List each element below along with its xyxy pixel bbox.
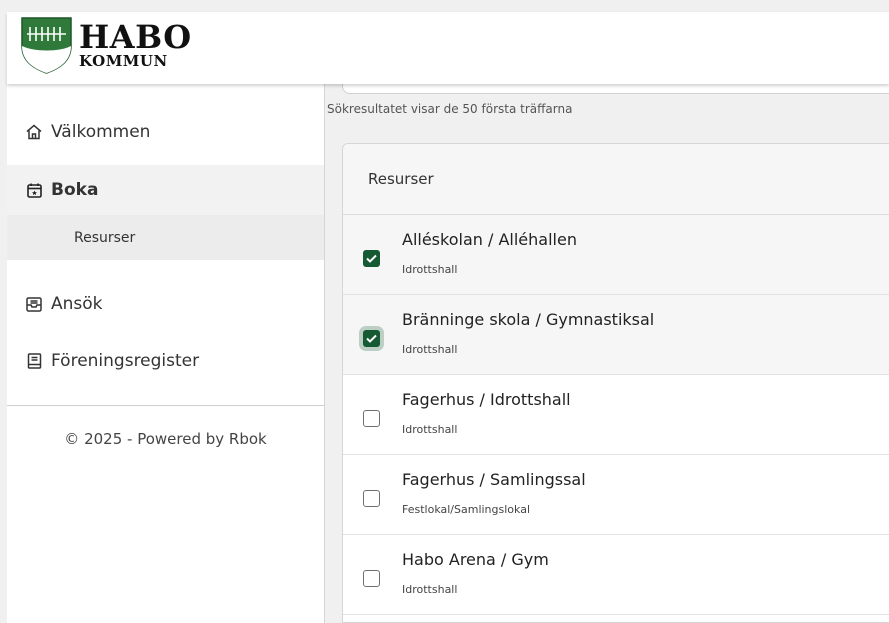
- resource-row[interactable]: Fagerhus / Idrottshall Idrottshall: [343, 375, 889, 455]
- sidebar-item-valkommen[interactable]: Välkommen: [7, 112, 324, 152]
- habo-kommun-logo[interactable]: HABO KOMMUN: [20, 16, 192, 74]
- resource-type: Idrottshall: [402, 583, 458, 596]
- sidebar-item-boka[interactable]: Boka: [7, 165, 324, 215]
- resource-row[interactable]: Habo Arena / Gym Idrottshall: [343, 535, 889, 615]
- resource-row[interactable]: Bränninge skola / Gymnastiksal Idrottsha…: [343, 295, 889, 375]
- habo-shield-logo-icon: [21, 17, 72, 74]
- resource-type: Idrottshall: [402, 263, 458, 276]
- resource-checkbox[interactable]: [363, 410, 380, 427]
- checkmark-icon: [366, 254, 377, 263]
- logo-title: HABO: [79, 18, 192, 56]
- resource-type: Idrottshall: [402, 343, 458, 356]
- resource-type: Festlokal/Samlingslokal: [402, 503, 530, 516]
- main-content: Sökresultatet visar de 50 första träffar…: [326, 84, 889, 623]
- resource-checkbox[interactable]: [363, 250, 380, 267]
- sidebar-item-label: Boka: [51, 180, 99, 200]
- resource-list-card: Resurser Alléskolan / Alléhallen Idrotts…: [342, 143, 889, 623]
- resource-title: Fagerhus / Samlingssal: [402, 470, 586, 489]
- resource-row[interactable]: Alléskolan / Alléhallen Idrottshall: [343, 215, 889, 295]
- resource-list-title: Resurser: [368, 170, 434, 188]
- sidebar-divider: [7, 405, 324, 406]
- resource-list-header: Resurser: [343, 144, 889, 215]
- resource-title: Bränninge skola / Gymnastiksal: [402, 310, 655, 329]
- sidebar-item-foreningsregister[interactable]: Föreningsregister: [7, 341, 324, 381]
- resource-row[interactable]: Fagerhus / Samlingssal Festlokal/Samling…: [343, 455, 889, 535]
- resource-checkbox[interactable]: [363, 330, 380, 347]
- resource-title: Alléskolan / Alléhallen: [402, 230, 577, 249]
- search-result-info: Sökresultatet visar de 50 första träffar…: [327, 102, 573, 116]
- resource-title: Fagerhus / Idrottshall: [402, 390, 571, 409]
- calendar-icon: [24, 180, 44, 200]
- book-icon: [24, 351, 44, 371]
- resource-type: Idrottshall: [402, 423, 458, 436]
- home-icon: [24, 122, 44, 142]
- sidebar-item-label: Föreningsregister: [51, 351, 200, 371]
- footer-powered-by: © 2025 - Powered by Rbok: [64, 430, 267, 448]
- sidebar-item-label: Välkommen: [51, 122, 151, 142]
- inbox-icon: [24, 294, 44, 314]
- checkmark-icon: [366, 334, 377, 343]
- sidebar: Välkommen Boka Resurser Ansök Föreningsr…: [7, 84, 325, 623]
- resource-checkbox[interactable]: [363, 490, 380, 507]
- logo-subtitle: KOMMUN: [79, 52, 168, 70]
- sidebar-item-label: Ansök: [51, 294, 103, 314]
- app-header: HABO KOMMUN: [7, 12, 889, 84]
- search-panel-bottom-edge: [342, 84, 889, 94]
- sidebar-item-resurser[interactable]: Resurser: [7, 215, 324, 260]
- sidebar-item-label: Resurser: [74, 229, 136, 246]
- sidebar-item-ansok[interactable]: Ansök: [7, 284, 324, 324]
- resource-title: Habo Arena / Gym: [402, 550, 549, 569]
- resource-checkbox[interactable]: [363, 570, 380, 587]
